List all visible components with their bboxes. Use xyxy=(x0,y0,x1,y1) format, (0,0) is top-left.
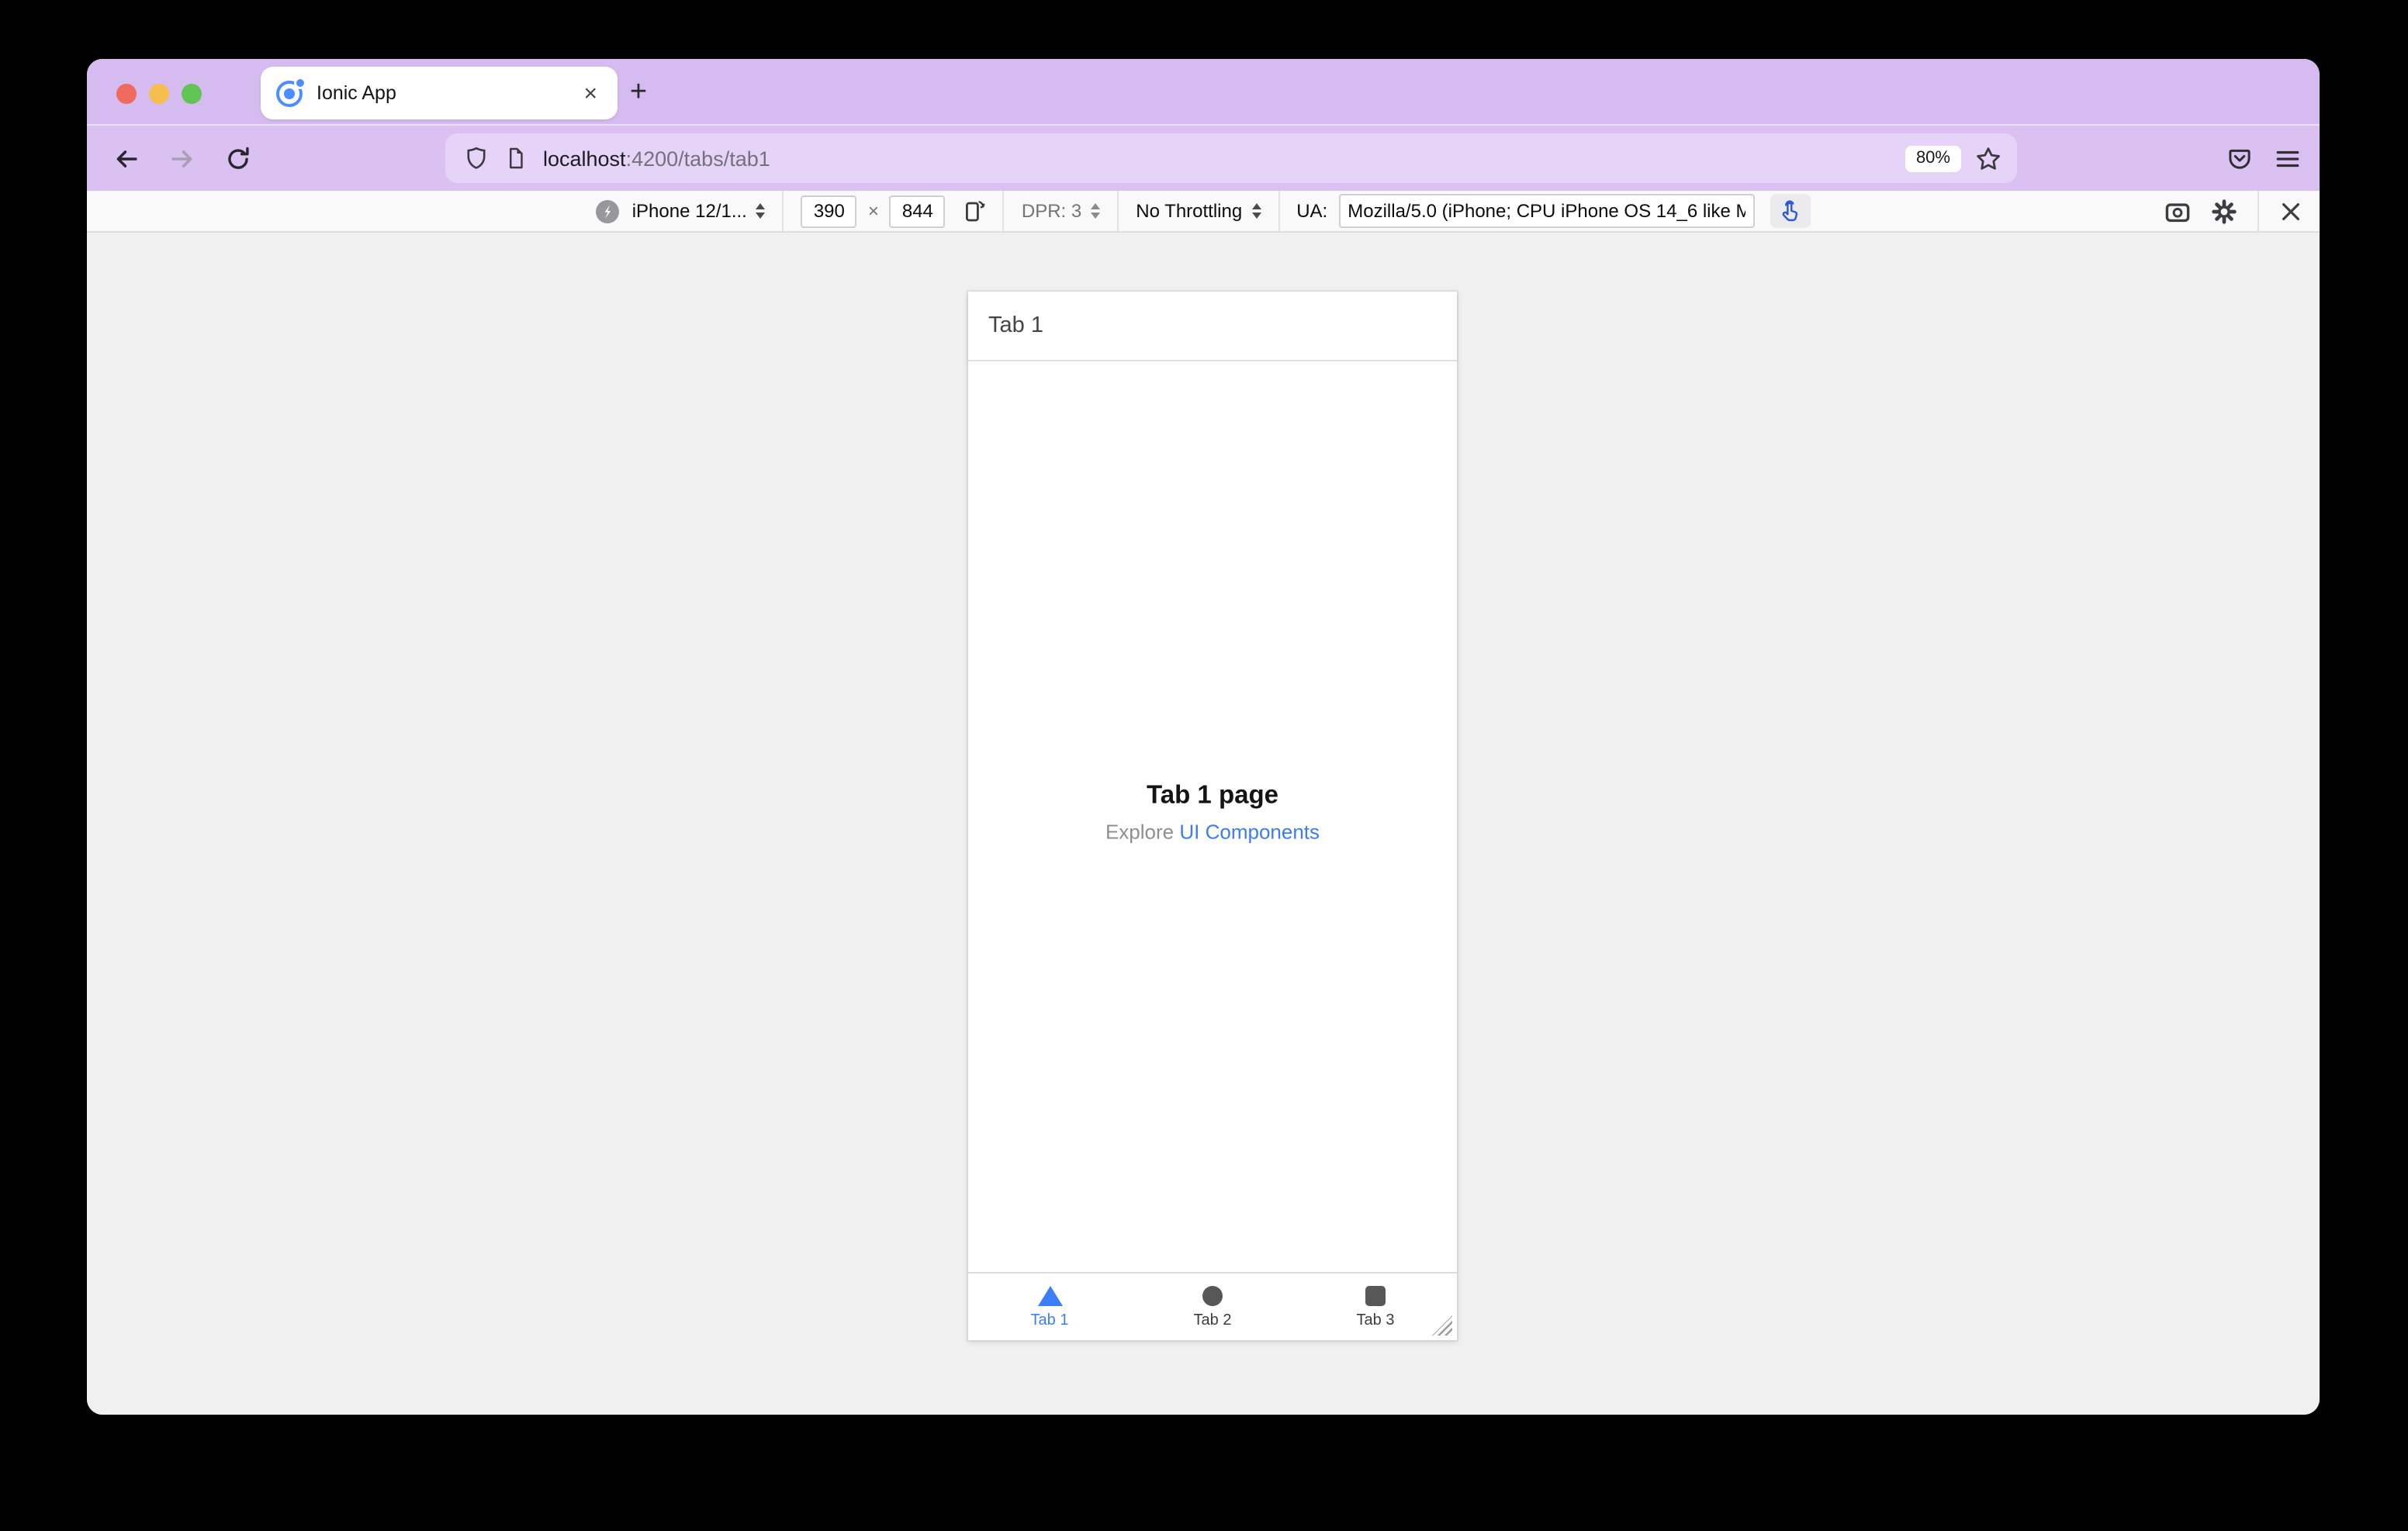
dpr-label: DPR: 3 xyxy=(1021,200,1082,222)
throttling-selector[interactable]: No Throttling xyxy=(1119,191,1278,231)
page-info-icon[interactable] xyxy=(504,146,528,171)
explore-text: Explore UI Components xyxy=(968,820,1457,843)
ui-components-link[interactable]: UI Components xyxy=(1179,820,1320,843)
rdm-close-icon[interactable] xyxy=(2279,200,2302,223)
ionic-favicon-icon xyxy=(276,78,304,106)
new-tab-button[interactable]: + xyxy=(618,71,659,113)
throttling-label: No Throttling xyxy=(1136,200,1243,222)
nav-right-icons xyxy=(2226,126,2320,192)
device-viewport: Tab 1 Tab 1 page Explore UI Components T… xyxy=(968,292,1457,1340)
dimension-times: × xyxy=(867,200,879,222)
device-icon xyxy=(596,199,620,223)
url-path: :4200/tabs/tab1 xyxy=(625,147,770,170)
reload-button[interactable] xyxy=(214,135,261,181)
shield-icon[interactable] xyxy=(464,146,489,171)
viewport-width-input[interactable] xyxy=(801,195,857,227)
ua-label: UA: xyxy=(1296,200,1328,222)
select-arrows-icon xyxy=(1091,203,1101,219)
rdm-content-area: Tab 1 Tab 1 page Explore UI Components T… xyxy=(87,233,2320,1415)
touch-simulation-button[interactable] xyxy=(1770,194,1811,228)
rdm-toolbar: iPhone 12/1... × DPR: 3 No Throttling xyxy=(87,191,2320,233)
browser-tab-ionic-app[interactable]: Ionic App × xyxy=(261,67,618,119)
triangle-icon xyxy=(1037,1285,1062,1305)
navigation-toolbar: localhost:4200/tabs/tab1 80% xyxy=(87,124,2320,191)
circle-icon xyxy=(1202,1285,1223,1305)
minimize-window-button[interactable] xyxy=(149,84,169,104)
url-bar[interactable]: localhost:4200/tabs/tab1 80% xyxy=(445,133,2017,183)
tab-title: Ionic App xyxy=(317,82,396,104)
tab-label: Tab 3 xyxy=(1356,1312,1395,1329)
dpr-selector[interactable]: DPR: 3 xyxy=(1005,191,1117,231)
tab-close-icon[interactable]: × xyxy=(579,78,602,108)
back-button[interactable] xyxy=(102,135,149,181)
ion-toolbar-title: Tab 1 xyxy=(988,313,1043,338)
tab1-center-block: Tab 1 page Explore UI Components xyxy=(968,781,1457,843)
user-agent-controls: UA: xyxy=(1279,191,1827,231)
select-arrows-icon xyxy=(1251,203,1261,219)
close-window-button[interactable] xyxy=(116,84,137,104)
browser-window: Ionic App × + localhost:4200/tabs/tab1 8… xyxy=(87,59,2320,1415)
pocket-icon[interactable] xyxy=(2226,146,2253,172)
tab-label: Tab 1 xyxy=(1030,1312,1069,1329)
tab-button-tab3[interactable]: Tab 3 xyxy=(1294,1274,1457,1340)
tab-button-tab1[interactable]: Tab 1 xyxy=(968,1274,1131,1340)
bookmark-star-icon[interactable] xyxy=(1975,145,2001,171)
device-selector[interactable]: iPhone 12/1... xyxy=(580,191,783,231)
ion-header: Tab 1 xyxy=(968,292,1457,361)
rotate-viewport-icon[interactable] xyxy=(961,199,986,223)
zoom-window-button[interactable] xyxy=(182,84,202,104)
tab-label: Tab 2 xyxy=(1193,1312,1232,1329)
ion-content: Tab 1 page Explore UI Components xyxy=(968,361,1457,1272)
url-host: localhost xyxy=(543,147,626,170)
page-title: Tab 1 page xyxy=(1147,780,1278,809)
viewport-size-controls: × xyxy=(784,191,1003,231)
toolbar-separator xyxy=(2258,191,2259,233)
viewport-height-input[interactable] xyxy=(889,195,946,227)
device-selected-label: iPhone 12/1... xyxy=(631,200,747,222)
explore-prefix: Explore xyxy=(1105,819,1180,843)
titlebar: Ionic App × + xyxy=(87,59,2320,124)
user-agent-input[interactable] xyxy=(1338,194,1755,228)
forward-button[interactable] xyxy=(158,135,205,181)
rdm-settings-gear-icon[interactable] xyxy=(2211,199,2237,225)
menu-hamburger-icon[interactable] xyxy=(2275,146,2301,172)
traffic-lights xyxy=(116,84,202,104)
rdm-right-controls xyxy=(2164,191,2320,233)
screenshot-camera-icon[interactable] xyxy=(2164,199,2191,225)
ion-tab-bar: Tab 1 Tab 2 Tab 3 xyxy=(968,1272,1457,1340)
tab-button-tab2[interactable]: Tab 2 xyxy=(1131,1274,1294,1340)
select-arrows-icon xyxy=(756,203,766,219)
screen: Ionic App × + localhost:4200/tabs/tab1 8… xyxy=(0,0,2408,1531)
square-icon xyxy=(1365,1285,1386,1305)
url-text: localhost:4200/tabs/tab1 xyxy=(543,147,1905,170)
zoom-level-badge[interactable]: 80% xyxy=(1905,145,1961,171)
